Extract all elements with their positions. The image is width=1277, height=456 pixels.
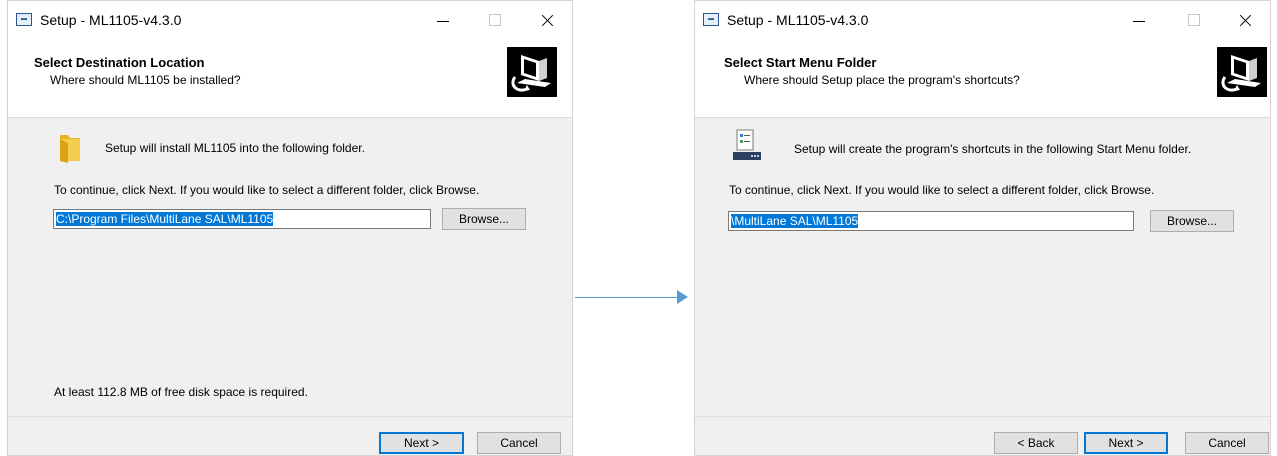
setup-app-icon: ▬ <box>703 13 719 26</box>
continue-instructions: To continue, click Next. If you would li… <box>54 183 480 197</box>
page-title: Select Destination Location <box>34 55 205 70</box>
start-menu-folder-value: \MultiLane SAL\ML1105 <box>731 214 859 228</box>
back-button[interactable]: < Back <box>994 432 1078 454</box>
minimize-button[interactable] <box>1116 5 1162 35</box>
setup-window-start-menu: ▬ Setup - ML1105-v4.3.0 Select Start Men… <box>694 0 1271 456</box>
destination-path-input[interactable]: C:\Program Files\MultiLane SAL\ML1105 <box>53 209 431 229</box>
minimize-button[interactable] <box>420 5 466 35</box>
computer-wizard-icon <box>507 47 557 97</box>
close-button[interactable] <box>1222 5 1268 35</box>
continue-instructions: To continue, click Next. If you would li… <box>729 183 1155 197</box>
page-subtitle: Where should Setup place the program's s… <box>744 73 1020 87</box>
next-button[interactable]: Next > <box>1084 432 1168 454</box>
page-subtitle: Where should ML1105 be installed? <box>50 73 241 87</box>
shortcut-info-text: Setup will create the program's shortcut… <box>794 142 1192 156</box>
maximize-button[interactable] <box>472 5 518 35</box>
computer-wizard-icon <box>1217 47 1267 97</box>
setup-window-destination: ▬ Setup - ML1105-v4.3.0 Select Destinati… <box>7 0 573 456</box>
start-menu-folder-icon <box>733 129 761 160</box>
window-title: Setup - ML1105-v4.3.0 <box>40 12 182 28</box>
transition-arrow-line <box>575 297 679 298</box>
next-button[interactable]: Next > <box>379 432 464 454</box>
wizard-header: Select Start Menu Folder Where should Se… <box>695 39 1270 118</box>
setup-app-icon: ▬ <box>16 13 32 26</box>
close-button[interactable] <box>524 5 570 35</box>
wizard-header: Select Destination Location Where should… <box>8 39 572 118</box>
browse-button[interactable]: Browse... <box>1150 210 1234 232</box>
cancel-button[interactable]: Cancel <box>1185 432 1269 454</box>
destination-path-value: C:\Program Files\MultiLane SAL\ML1105 <box>56 212 274 226</box>
folder-icon <box>60 135 80 163</box>
footer-divider <box>695 416 1270 417</box>
install-info-text: Setup will install ML1105 into the follo… <box>105 141 365 155</box>
maximize-button[interactable] <box>1171 5 1217 35</box>
disk-space-text: At least 112.8 MB of free disk space is … <box>54 385 308 399</box>
title-bar: ▬ Setup - ML1105-v4.3.0 <box>695 1 1270 39</box>
title-bar: ▬ Setup - ML1105-v4.3.0 <box>8 1 572 39</box>
right-arrow-icon <box>677 290 688 304</box>
footer-divider <box>8 416 572 417</box>
page-title: Select Start Menu Folder <box>724 55 877 70</box>
cancel-button[interactable]: Cancel <box>477 432 561 454</box>
start-menu-folder-input[interactable]: \MultiLane SAL\ML1105 <box>728 211 1134 231</box>
window-title: Setup - ML1105-v4.3.0 <box>727 12 869 28</box>
browse-button[interactable]: Browse... <box>442 208 526 230</box>
